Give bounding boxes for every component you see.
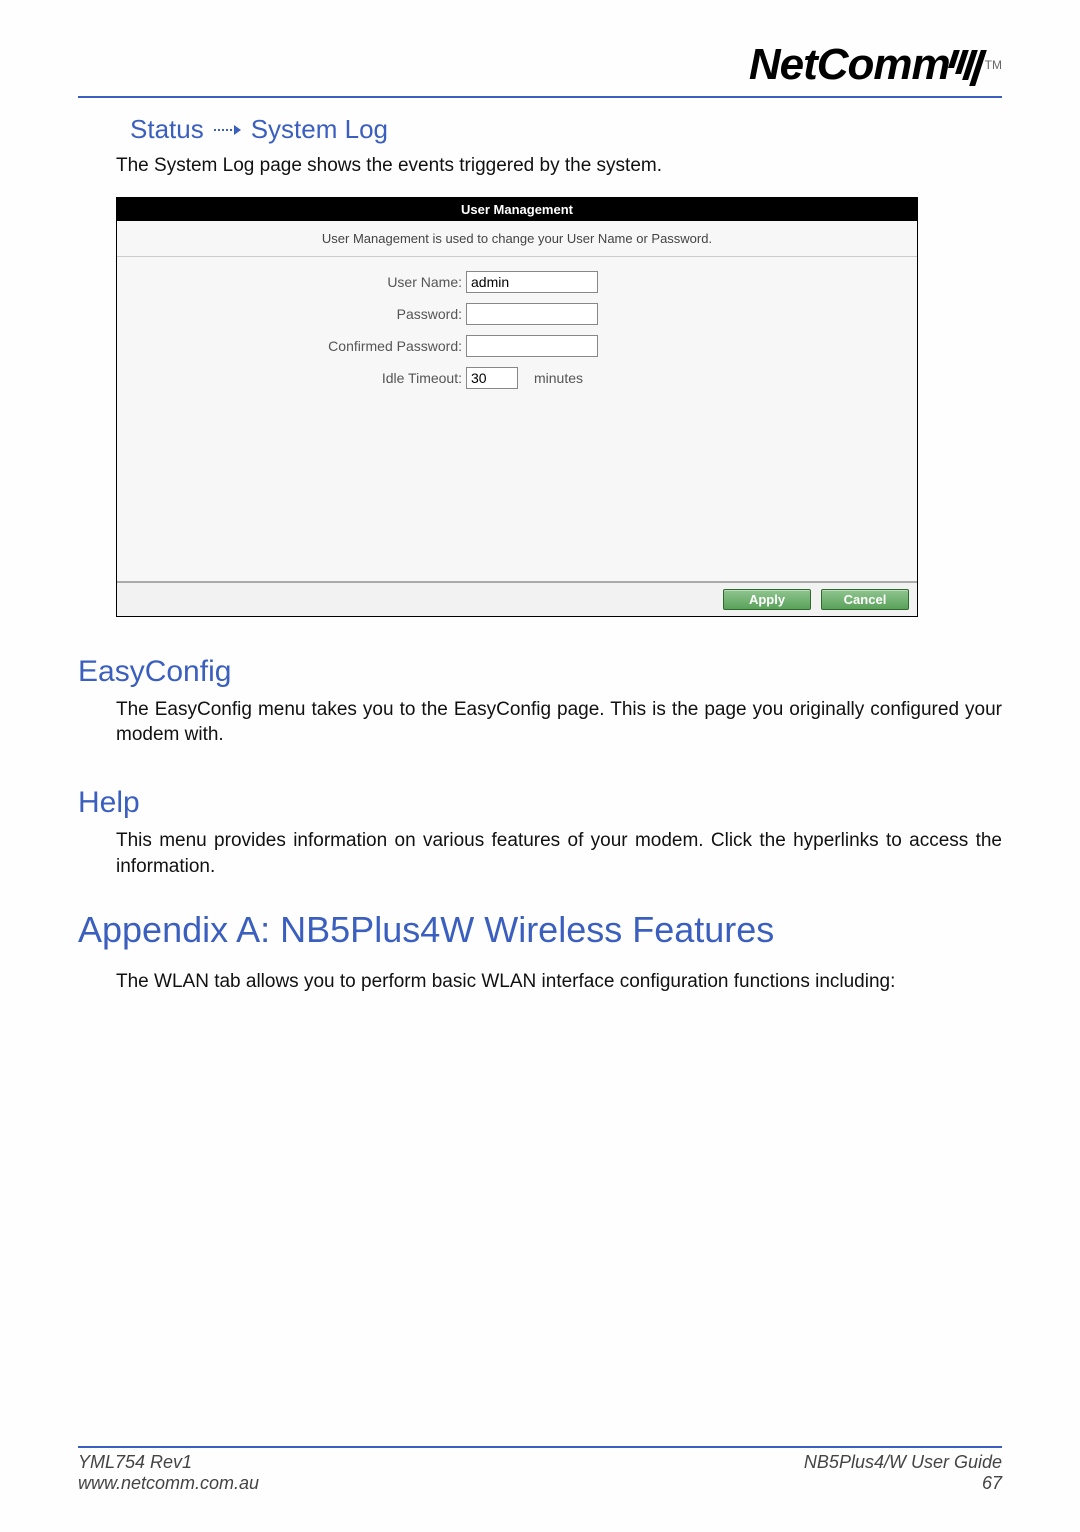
user-management-panel: User Management User Management is used … xyxy=(116,197,918,617)
panel-description: User Management is used to change your U… xyxy=(117,221,917,257)
section-heading-help: Help xyxy=(78,786,1002,820)
brand-logo: NetComm TM xyxy=(749,40,1002,90)
row-idle-timeout: Idle Timeout: minutes xyxy=(117,367,917,389)
page-footer: YML754 Rev1 NB5Plus4/W User Guide www.ne… xyxy=(78,1446,1002,1494)
easyconfig-text: The EasyConfig menu takes you to the Eas… xyxy=(116,697,1002,748)
idle-timeout-input[interactable] xyxy=(466,367,518,389)
footer-left-bottom: www.netcomm.com.au xyxy=(78,1473,259,1494)
section-heading-easyconfig: EasyConfig xyxy=(78,655,1002,689)
confirm-password-input[interactable] xyxy=(466,335,598,357)
footer-right-bottom: 67 xyxy=(982,1473,1002,1494)
password-label: Password: xyxy=(117,306,466,322)
row-password: Password: xyxy=(117,303,917,325)
status-intro-text: The System Log page shows the events tri… xyxy=(116,153,1002,179)
section-heading-appendix: Appendix A: NB5Plus4W Wireless Features xyxy=(78,909,1002,951)
header-divider xyxy=(78,96,1002,98)
username-label: User Name: xyxy=(117,274,466,290)
footer-right-top: NB5Plus4/W User Guide xyxy=(804,1452,1002,1473)
password-input[interactable] xyxy=(466,303,598,325)
logo-text: NetComm xyxy=(749,40,950,90)
username-input[interactable] xyxy=(466,271,598,293)
panel-footer: Apply Cancel xyxy=(117,581,917,616)
apply-button[interactable]: Apply xyxy=(723,589,811,610)
help-text: This menu provides information on variou… xyxy=(116,828,1002,879)
arrow-right-icon xyxy=(210,125,245,135)
page-header: NetComm TM xyxy=(78,20,1002,90)
footer-divider xyxy=(78,1446,1002,1448)
section-heading-status: Status System Log xyxy=(130,114,1002,145)
panel-title: User Management xyxy=(117,198,917,221)
cancel-button[interactable]: Cancel xyxy=(821,589,909,610)
breadcrumb-left: Status xyxy=(130,114,204,145)
footer-left-top: YML754 Rev1 xyxy=(78,1452,192,1473)
appendix-text: The WLAN tab allows you to perform basic… xyxy=(116,969,1002,995)
row-username: User Name: xyxy=(117,271,917,293)
breadcrumb-right: System Log xyxy=(251,114,388,145)
idle-timeout-label: Idle Timeout: xyxy=(117,370,466,386)
trademark-symbol: TM xyxy=(985,58,1002,72)
row-confirm-password: Confirmed Password: xyxy=(117,335,917,357)
idle-timeout-unit: minutes xyxy=(534,370,583,386)
panel-form: User Name: Password: Confirmed Password:… xyxy=(117,257,917,581)
confirm-password-label: Confirmed Password: xyxy=(117,338,466,354)
